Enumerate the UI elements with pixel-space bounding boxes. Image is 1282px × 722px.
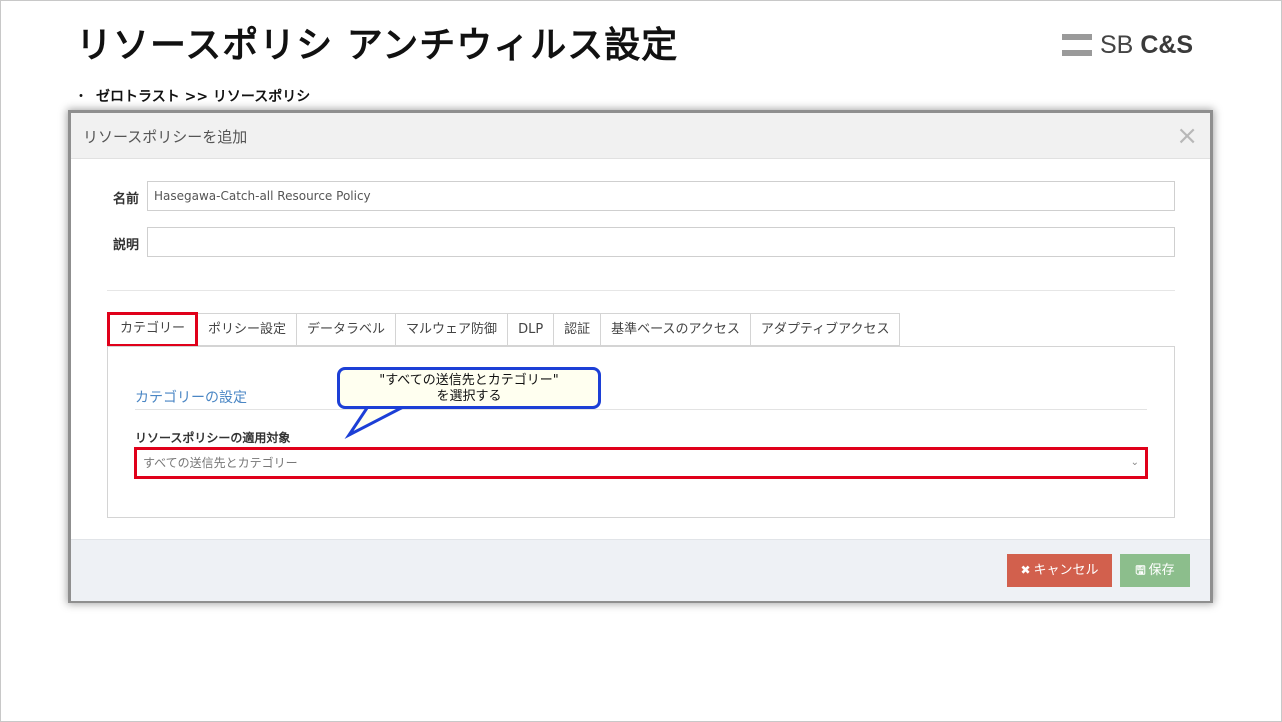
description-label: 説明 bbox=[113, 238, 140, 253]
apply-target-value: すべての送信先とカテゴリー bbox=[143, 456, 298, 470]
logo-text: SB C&S bbox=[1100, 31, 1193, 60]
apply-target-select[interactable]: すべての送信先とカテゴリー ⌄ bbox=[134, 447, 1148, 479]
tab-authentication[interactable]: 認証 bbox=[554, 313, 602, 346]
modal-header: リソースポリシーを追加 × bbox=[71, 113, 1210, 159]
tab-adaptive-access[interactable]: アダプティブアクセス bbox=[750, 313, 901, 346]
apply-target-label: リソースポリシーの適用対象 bbox=[135, 431, 291, 445]
name-label: 名前 bbox=[113, 192, 140, 207]
category-tab-panel: カテゴリーの設定 リソースポリシーの適用対象 すべての送信先とカテゴリー ⌄ bbox=[107, 346, 1175, 518]
close-x-icon: ✖ bbox=[1020, 563, 1031, 577]
modal-footer: ✖ キャンセル 🖫 保存 bbox=[71, 539, 1210, 601]
breadcrumb-text: ゼロトラスト >> リソースポリシ bbox=[96, 89, 311, 105]
cancel-label: キャンセル bbox=[1033, 563, 1099, 578]
tab-malware-protection[interactable]: マルウェア防御 bbox=[396, 313, 509, 346]
section-divider bbox=[135, 409, 1147, 410]
modal-title: リソースポリシーを追加 bbox=[83, 128, 248, 146]
policy-tabs: カテゴリー ポリシー設定 データラベル マルウェア防御 DLP 認証 基準ベース… bbox=[107, 312, 901, 347]
sb-cs-logo: SB C&S bbox=[1062, 30, 1193, 60]
add-resource-policy-modal: リソースポリシーを追加 × 名前 Hasegawa-Catch-all Reso… bbox=[71, 113, 1210, 601]
name-input[interactable]: Hasegawa-Catch-all Resource Policy bbox=[147, 181, 1175, 211]
bullet-dot: ・ bbox=[74, 89, 88, 105]
logo-cs: C&S bbox=[1140, 30, 1194, 59]
divider bbox=[107, 290, 1175, 291]
save-label: 保存 bbox=[1148, 563, 1175, 578]
callout-tail bbox=[344, 402, 409, 440]
callout-line-1: "すべての送信先とカテゴリー" bbox=[379, 373, 559, 388]
instruction-callout: "すべての送信先とカテゴリー" を選択する bbox=[337, 367, 601, 409]
slide-title: リソースポリシ アンチウィルス設定 bbox=[76, 25, 679, 66]
tab-dlp[interactable]: DLP bbox=[508, 313, 555, 346]
chevron-down-icon: ⌄ bbox=[1130, 457, 1139, 468]
tab-category[interactable]: カテゴリー bbox=[107, 312, 199, 347]
logo-bars-icon bbox=[1062, 34, 1092, 56]
category-section-title: カテゴリーの設定 bbox=[135, 390, 247, 406]
breadcrumb: ・ゼロトラスト >> リソースポリシ bbox=[74, 86, 310, 106]
save-button[interactable]: 🖫 保存 bbox=[1120, 554, 1190, 587]
floppy-disk-icon: 🖫 bbox=[1135, 563, 1146, 577]
close-icon[interactable]: × bbox=[1176, 123, 1198, 149]
cancel-button[interactable]: ✖ キャンセル bbox=[1007, 554, 1112, 587]
tab-policy-settings[interactable]: ポリシー設定 bbox=[198, 313, 298, 346]
callout-line-2: を選択する bbox=[436, 389, 502, 404]
logo-sb: SB bbox=[1100, 30, 1134, 59]
tab-data-label[interactable]: データラベル bbox=[297, 313, 397, 346]
description-input[interactable] bbox=[147, 227, 1175, 257]
tab-criteria-based-access[interactable]: 基準ベースのアクセス bbox=[601, 313, 751, 346]
